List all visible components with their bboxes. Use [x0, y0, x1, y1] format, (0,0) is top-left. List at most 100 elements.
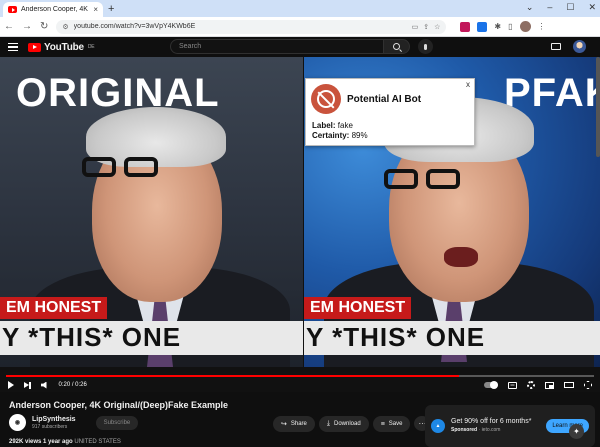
fullscreen-icon[interactable]: [584, 381, 592, 389]
video-title: Anderson Cooper, 4K Original/(Deep)Fake …: [9, 400, 229, 410]
extension-icon[interactable]: [477, 21, 488, 32]
advertiser-logo-icon: ▲: [431, 419, 445, 433]
ad-domain: · ieto.com: [478, 427, 501, 433]
theater-mode-icon[interactable]: [564, 382, 574, 388]
lower-third-white: Y *THIS* ONE: [304, 321, 600, 355]
ad-sponsor-line: Sponsored · ieto.com: [451, 426, 540, 435]
subscribe-button[interactable]: Subscribe: [95, 415, 139, 430]
voice-search-button[interactable]: [418, 39, 433, 54]
account-avatar[interactable]: [573, 40, 586, 53]
page-scrollbar[interactable]: [596, 57, 600, 157]
browser-window: Anderson Cooper, 4K Origi × + ⌄ – ☐ ✕ ← …: [0, 0, 600, 447]
play-icon[interactable]: [8, 381, 14, 389]
player-controls: 0:20 / 0:26 cc: [0, 378, 600, 392]
puzzle-extensions-icon[interactable]: ✱: [494, 22, 501, 31]
extensions-area: ✱ ▯ ⋮: [460, 21, 546, 32]
extension-icon[interactable]: [460, 21, 471, 32]
search-icon: [393, 43, 400, 50]
channel-name[interactable]: LipSynthesis: [32, 416, 76, 423]
original-label: ORIGINAL: [16, 71, 220, 115]
window-controls: ⌄ – ☐ ✕: [526, 2, 596, 13]
channel-row: ◉ LipSynthesis 917 subscribers Subscribe: [9, 414, 139, 431]
forward-arrow-icon[interactable]: →: [22, 21, 32, 32]
profile-avatar-icon[interactable]: [519, 21, 531, 32]
side-panel-icon[interactable]: ▯: [508, 22, 512, 31]
address-bar[interactable]: ⚙ youtube.com/watch?v=3wVpY4KWb6E ▭ ⇪ ☆: [56, 19, 447, 34]
channel-avatar[interactable]: ◉: [9, 414, 26, 431]
new-tab-button[interactable]: +: [108, 3, 114, 15]
maximize-button[interactable]: ☐: [566, 2, 574, 13]
sponsored-label: Sponsored: [451, 427, 478, 433]
save-playlist-icon: ≡: [380, 420, 385, 428]
no-bot-logo-icon: [311, 84, 341, 114]
reload-icon[interactable]: ↻: [40, 21, 48, 32]
captions-icon[interactable]: cc: [508, 381, 517, 389]
upload-date: 1 year ago: [43, 439, 73, 445]
logo-country: DE: [87, 44, 95, 50]
close-window-button[interactable]: ✕: [588, 2, 596, 13]
miniplayer-icon[interactable]: [545, 381, 554, 389]
microphone-icon: [424, 43, 427, 50]
back-arrow-icon[interactable]: ←: [4, 21, 14, 32]
download-icon: ⤓: [326, 420, 330, 427]
download-button[interactable]: ⤓ Download: [318, 416, 369, 432]
save-label: Save: [388, 421, 403, 427]
progress-fill: [6, 375, 459, 377]
download-label: Download: [334, 421, 361, 427]
magic-wand-icon[interactable]: ✦: [569, 424, 584, 439]
chevron-down-icon[interactable]: ⌄: [526, 2, 534, 13]
share-icon[interactable]: ⇪: [423, 23, 429, 31]
autoplay-toggle[interactable]: [484, 381, 498, 389]
url-text: youtube.com/watch?v=3wVpY4KWb6E: [73, 23, 196, 30]
label-line: Label: fake: [312, 121, 353, 130]
logo-text: YouTube: [44, 41, 84, 53]
certainty-line: Certainty: 89%: [312, 131, 368, 140]
lower-third-red: EM HONEST: [0, 297, 108, 319]
hamburger-menu-icon[interactable]: [8, 43, 18, 51]
youtube-header: YouTube DE Search: [0, 37, 600, 57]
ad-text-block: Get 90% off for 6 months* Sponsored · ie…: [451, 417, 540, 435]
glasses: [82, 157, 158, 177]
label-value: fake: [337, 121, 353, 130]
search-input[interactable]: Search: [170, 39, 384, 54]
popup-close-button[interactable]: x: [466, 80, 470, 89]
header-actions: [551, 40, 586, 53]
share-label: Share: [290, 421, 307, 427]
tab-strip: Anderson Cooper, 4K Origi × + ⌄ – ☐ ✕: [0, 0, 600, 17]
label-key: Label:: [312, 121, 336, 130]
lower-third-white: Y *THIS* ONE: [0, 321, 303, 355]
certainty-value: 89%: [351, 131, 368, 140]
progress-bar[interactable]: [6, 375, 594, 377]
youtube-play-logo-icon: [28, 42, 41, 52]
save-button[interactable]: ≡ Save: [372, 416, 411, 432]
volume-icon[interactable]: [40, 381, 47, 389]
mouth: [444, 247, 478, 267]
subscriber-count: 917 subscribers: [32, 423, 68, 430]
time-display: 0:20 / 0:26: [58, 382, 87, 388]
share-arrow-icon: ↪: [281, 421, 287, 428]
next-icon[interactable]: [24, 381, 31, 389]
share-button[interactable]: ↪ Share: [273, 416, 315, 432]
view-info: 292K views 1 year ago UNITED STATES: [9, 439, 121, 445]
video-player[interactable]: ORIGINAL EM HONEST Y *THIS* ONE PFAKE EM…: [0, 57, 600, 392]
youtube-favicon-icon: [8, 6, 17, 13]
create-video-icon[interactable]: [551, 43, 561, 50]
ai-bot-popup: x Potential AI Bot Label: fake Certainty…: [305, 78, 475, 146]
youtube-logo[interactable]: YouTube DE: [28, 41, 95, 53]
original-video-half: ORIGINAL EM HONEST Y *THIS* ONE: [0, 57, 303, 367]
browser-tab[interactable]: Anderson Cooper, 4K Origi ×: [3, 2, 103, 17]
close-tab-icon[interactable]: ×: [93, 5, 98, 14]
minimize-button[interactable]: –: [547, 2, 552, 13]
lower-third: EM HONEST Y *THIS* ONE: [304, 297, 600, 355]
site-info-icon[interactable]: ⚙: [62, 23, 68, 31]
certainty-key: Certainty:: [312, 131, 350, 140]
screen-cast-icon[interactable]: ▭: [412, 23, 419, 31]
search-button[interactable]: [384, 39, 410, 54]
settings-gear-icon[interactable]: [527, 381, 535, 389]
tab-title: Anderson Cooper, 4K Origi: [21, 6, 89, 13]
popup-title: Potential AI Bot: [347, 94, 422, 105]
video-actions: ↪ Share ⤓ Download ≡ Save ···: [273, 416, 431, 432]
bookmark-star-icon[interactable]: ☆: [434, 23, 440, 31]
menu-kebab-icon[interactable]: ⋮: [538, 22, 546, 31]
location: UNITED STATES: [74, 439, 121, 445]
